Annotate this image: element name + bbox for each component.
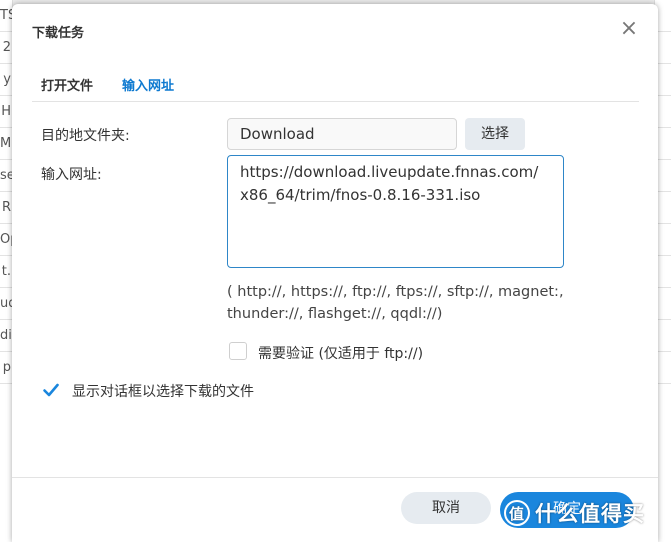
destination-input[interactable]: Download xyxy=(227,118,457,150)
download-task-dialog: 下载任务 × 打开文件 输入网址 目的地文件夹: Download 选择 输入网… xyxy=(12,4,658,542)
choose-button[interactable]: 选择 xyxy=(465,118,525,150)
background-row: 2 xyxy=(0,32,12,64)
cancel-button[interactable]: 取消 xyxy=(401,492,491,524)
url-textarea[interactable]: https://download.liveupdate.fnnas.com/ x… xyxy=(227,155,564,268)
checkmark-icon xyxy=(43,383,59,397)
background-row: y xyxy=(0,64,12,96)
background-row: p xyxy=(0,352,12,384)
show-dialog-checkbox[interactable] xyxy=(42,381,60,399)
auth-checkbox-label: 需要验证 (仅适用于 ftp://) xyxy=(258,346,424,362)
background-row: se xyxy=(0,160,12,192)
watermark: 值 什么值得买 xyxy=(504,496,645,530)
watermark-logo: 值 xyxy=(504,500,530,526)
show-dialog-checkbox-label: 显示对话框以选择下载的文件 xyxy=(72,384,254,400)
background-row: t. xyxy=(0,256,12,288)
background-row: M xyxy=(0,128,12,160)
auth-checkbox[interactable] xyxy=(229,342,247,360)
close-icon[interactable]: × xyxy=(618,18,640,40)
background-row: Op xyxy=(0,224,12,256)
tab-open-file[interactable]: 打开文件 xyxy=(41,75,93,94)
background-row: di xyxy=(0,320,12,352)
protocols-hint: ( http://, https://, ftp://, ftps://, sf… xyxy=(227,284,564,322)
tab-bar: 打开文件 输入网址 xyxy=(32,59,639,102)
background-row: R xyxy=(0,192,12,224)
tab-enter-url[interactable]: 输入网址 xyxy=(122,75,174,94)
background-row: ud xyxy=(0,288,12,320)
background-row: TS xyxy=(0,0,12,32)
dialog-title: 下载任务 xyxy=(32,26,85,41)
destination-label: 目的地文件夹: xyxy=(41,128,130,144)
url-label: 输入网址: xyxy=(41,167,102,183)
watermark-text: 什么值得买 xyxy=(535,502,645,526)
background-row: H xyxy=(0,96,12,128)
